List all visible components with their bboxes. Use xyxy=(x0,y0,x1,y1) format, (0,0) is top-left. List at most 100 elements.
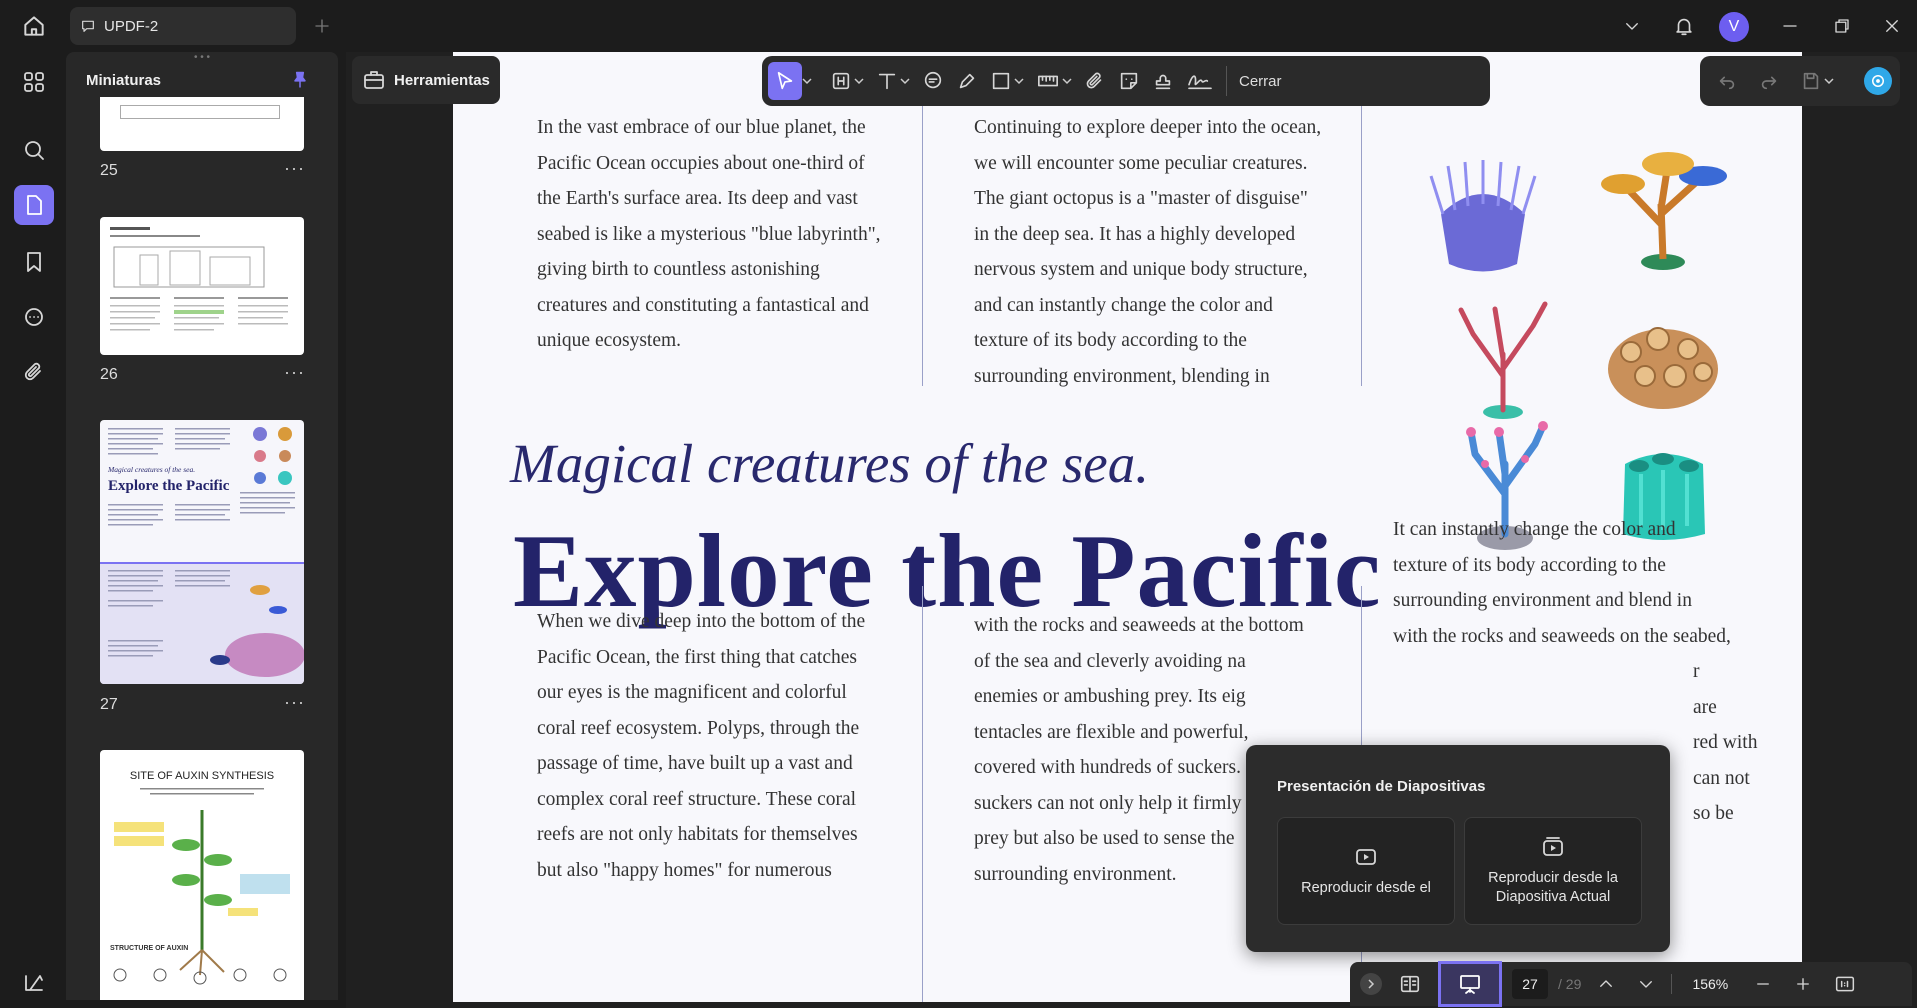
next-page-icon[interactable] xyxy=(1631,965,1661,1003)
play-from-current-button[interactable]: Reproducir desde la Diapositiva Actual xyxy=(1464,817,1642,925)
right-toolbar xyxy=(1700,56,1900,106)
shape-tool[interactable] xyxy=(984,62,1030,100)
left-rail xyxy=(0,52,66,1008)
undo-icon[interactable] xyxy=(1710,62,1744,100)
text-line: of the sea and cleverly avoiding na xyxy=(974,650,1246,672)
chevron-down-icon[interactable] xyxy=(900,76,910,86)
page-number: 25 xyxy=(100,162,118,179)
chevron-down-icon[interactable] xyxy=(854,76,864,86)
chevron-down-icon[interactable] xyxy=(1614,8,1650,44)
comment-icon xyxy=(924,71,942,89)
page-number: 27 xyxy=(100,696,118,713)
column-divider xyxy=(922,106,923,386)
thumbnail-page[interactable] xyxy=(100,97,304,151)
thumbnails-panel: • • • Miniaturas 25 ··· 26 ··· Magical c… xyxy=(66,52,338,1000)
text-line: surrounding environment and blend in xyxy=(1393,590,1692,611)
ai-assistant-icon[interactable] xyxy=(1864,67,1892,95)
drag-handle[interactable]: • • • xyxy=(190,52,214,63)
slideshow-popup: Presentación de Diapositivas Reproducir … xyxy=(1246,745,1670,952)
more-icon[interactable]: ··· xyxy=(284,362,305,383)
bottom-bar: 27 / 29 156% xyxy=(1350,961,1912,1007)
slideshow-button[interactable] xyxy=(1438,961,1502,1007)
previous-page-icon[interactable] xyxy=(1591,965,1621,1003)
restore-icon[interactable] xyxy=(1824,8,1860,44)
new-tab-icon[interactable] xyxy=(304,8,340,44)
text-line: with the rocks and seaweeds at the botto… xyxy=(974,615,1304,636)
text-icon xyxy=(878,73,896,90)
text-line: enemies or ambushing prey. Its eig xyxy=(974,686,1246,707)
save-icon[interactable] xyxy=(1794,62,1840,100)
svg-text:Magical creatures of the sea.: Magical creatures of the sea. xyxy=(107,465,195,474)
page-number: 26 xyxy=(100,366,118,383)
actual-size-icon[interactable] xyxy=(1828,965,1862,1003)
play-current-icon xyxy=(1543,837,1563,856)
chevron-down-icon[interactable] xyxy=(802,76,812,86)
stamp-icon xyxy=(1155,74,1171,90)
sticker-icon xyxy=(1120,72,1138,90)
red-coral-image xyxy=(1458,301,1548,419)
attachment-icon[interactable] xyxy=(14,352,54,392)
body-text-col1-bottom: When we dive deep into the bottom of the… xyxy=(537,611,866,881)
more-icon[interactable]: ··· xyxy=(284,158,305,179)
thumbnail-page-current[interactable]: Magical creatures of the sea. Explore th… xyxy=(100,420,304,684)
ruler-icon xyxy=(1038,75,1058,87)
more-icon[interactable]: ··· xyxy=(284,692,305,713)
tools-button[interactable]: Herramientas xyxy=(352,56,500,104)
subtitle: Magical creatures of the sea. xyxy=(510,433,1149,494)
highlight-tool[interactable] xyxy=(824,62,870,100)
signature-icon xyxy=(1188,75,1212,90)
bell-icon[interactable] xyxy=(1666,8,1702,44)
toolbox-icon xyxy=(364,71,384,89)
signature-tool[interactable] xyxy=(1180,62,1220,100)
page-number-input[interactable]: 27 xyxy=(1512,969,1548,999)
collapse-icon[interactable] xyxy=(1360,973,1382,995)
chevron-down-icon[interactable] xyxy=(1014,76,1024,86)
option-label: Reproducir desde el xyxy=(1301,879,1431,896)
svg-text:STRUCTURE OF AUXIN: STRUCTURE OF AUXIN xyxy=(110,945,188,952)
close-toolbar-button[interactable]: Cerrar xyxy=(1226,66,1282,96)
title-bar: UPDF-2 V xyxy=(0,0,1917,52)
zoom-in-icon[interactable] xyxy=(1788,965,1818,1003)
avatar[interactable]: V xyxy=(1719,12,1749,42)
text-tool[interactable] xyxy=(870,62,916,100)
select-tool[interactable] xyxy=(768,62,802,100)
zoom-level[interactable]: 156% xyxy=(1682,969,1738,999)
play-from-beginning-button[interactable]: Reproducir desde el xyxy=(1277,817,1455,925)
divider xyxy=(1671,974,1673,994)
text-line: with the rocks and seaweeds on the seabe… xyxy=(1393,625,1731,647)
popup-title: Presentación de Diapositivas xyxy=(1277,778,1486,795)
search-icon[interactable] xyxy=(14,130,54,170)
chevron-down-icon[interactable] xyxy=(1824,76,1834,86)
sticker-tool[interactable] xyxy=(1112,62,1146,100)
column-divider xyxy=(1361,106,1362,386)
column-divider xyxy=(922,586,923,1002)
sidebar-toggle-icon[interactable] xyxy=(14,962,54,1002)
thumbnails-icon[interactable] xyxy=(14,185,54,225)
text-line: r xyxy=(1693,661,1700,682)
text-line: are xyxy=(1693,696,1717,718)
thumbnail-page[interactable] xyxy=(100,217,304,355)
comment-tool[interactable] xyxy=(916,62,950,100)
tools-label: Herramientas xyxy=(394,71,490,89)
home-icon[interactable] xyxy=(16,8,52,44)
measure-tool[interactable] xyxy=(1030,62,1078,100)
page-layout-icon[interactable] xyxy=(1392,965,1428,1003)
minimize-icon[interactable] xyxy=(1772,8,1808,44)
body-text-col2-top: Continuing to explore deeper into the oc… xyxy=(974,117,1322,387)
zoom-out-icon[interactable] xyxy=(1748,965,1778,1003)
stamp-tool[interactable] xyxy=(1146,62,1180,100)
bookmark-icon[interactable] xyxy=(14,242,54,282)
close-icon[interactable] xyxy=(1874,8,1910,44)
annotation-toolbar: Cerrar xyxy=(762,56,1490,106)
chevron-down-icon[interactable] xyxy=(1062,76,1072,86)
document-tab[interactable]: UPDF-2 xyxy=(70,7,296,45)
pencil-tool[interactable] xyxy=(950,62,984,100)
panel-title: Miniaturas xyxy=(86,72,162,89)
organize-pages-icon[interactable] xyxy=(14,62,54,102)
attach-tool[interactable] xyxy=(1078,62,1112,100)
pin-icon[interactable] xyxy=(290,69,310,91)
comments-icon[interactable] xyxy=(14,298,54,338)
avatar-initial: V xyxy=(1728,18,1740,35)
thumbnail-page[interactable]: SITE OF AUXIN SYNTHESIS STRUCTURE OF AUX… xyxy=(100,750,304,1000)
redo-icon[interactable] xyxy=(1752,62,1786,100)
